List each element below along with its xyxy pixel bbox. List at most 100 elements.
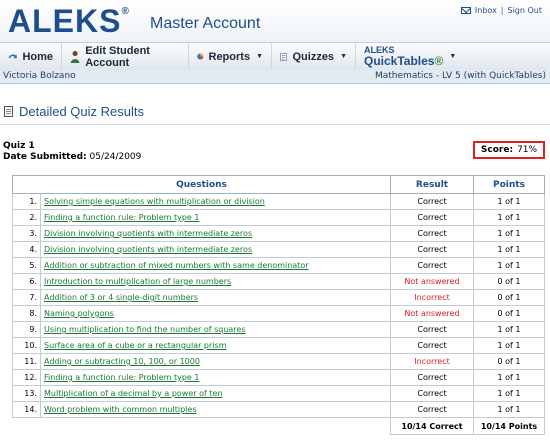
date-submitted: Date Submitted: 05/24/2009 [3,152,142,162]
nav-quicktables[interactable]: ALEKS QuickTables® ▼ [356,43,456,70]
question-number: 6. [12,273,41,290]
total-result: 10/14 Correct [390,417,474,435]
points-cell: 1 of 1 [473,321,545,338]
points-cell: 1 of 1 [473,241,545,258]
table-row: 11. Adding or subtracting 10, 100, or 100… [12,353,545,370]
question-link[interactable]: Surface area of a cube or a rectangular … [44,341,226,350]
account-title: Master Account [150,15,261,32]
table-row: 1. Solving simple equations with multipli… [12,193,545,210]
points-cell: 1 of 1 [473,193,545,210]
question-number: 8. [12,305,41,322]
question-link[interactable]: Finding a function rule: Problem type 1 [44,213,199,222]
question-number: 9. [12,321,41,338]
question-cell: Division involving quotients with interm… [40,225,391,242]
points-cell: 1 of 1 [473,369,545,386]
table-row: 3. Division involving quotients with inte… [12,225,545,242]
result-cell: Correct [390,369,474,386]
app-header: ALEKS® Master Account Inbox | Sign Out [0,0,550,42]
quiz-document-icon [280,52,287,61]
result-cell: Incorrect [390,289,474,306]
table-row: 10. Surface area of a cube or a rectangul… [12,337,545,354]
table-header-row: Questions Result Points [12,175,545,194]
quicktables-dropdown-icon: ▼ [449,53,457,60]
table-row: 7. Addition of 3 or 4 single-digit number… [12,289,545,306]
result-cell: Not answered [390,305,474,322]
question-cell: Using multiplication to find the number … [40,321,391,338]
quizzes-dropdown-icon: ▼ [340,53,347,60]
question-link[interactable]: Naming polygons [44,309,114,318]
question-link[interactable]: Solving simple equations with multiplica… [44,197,265,206]
question-cell: Addition of 3 or 4 single-digit numbers [40,289,391,306]
result-cell: Incorrect [390,353,474,370]
question-number: 2. [12,209,41,226]
table-row: 12. Finding a function rule: Problem type… [12,369,545,386]
question-number: 3. [12,225,41,242]
question-cell: Word problem with common multiples [40,401,391,418]
points-header: Points [473,175,545,194]
questions-header: Questions [12,175,391,194]
reports-dropdown-icon: ▼ [256,53,263,60]
result-cell: Correct [390,337,474,354]
question-link[interactable]: Adding or subtracting 10, 100, or 1000 [44,357,200,366]
nav-quizzes[interactable]: Quizzes ▼ [272,43,356,70]
table-row: 8. Naming polygons Not answered 0 of 1 [12,305,545,322]
table-row: 5. Addition or subtraction of mixed numbe… [12,257,545,274]
question-link[interactable]: Division involving quotients with interm… [44,245,252,254]
result-cell: Not answered [390,273,474,290]
question-link[interactable]: Addition or subtraction of mixed numbers… [44,261,309,270]
points-cell: 1 of 1 [473,385,545,402]
table-row: 13. Multiplication of a decimal by a powe… [12,385,545,402]
table-row: 2. Finding a function rule: Problem type … [12,209,545,226]
question-cell: Finding a function rule: Problem type 1 [40,369,391,386]
inbox-link[interactable]: Inbox [475,6,497,15]
question-number: 10. [12,337,41,354]
score-box: Score: 71% [473,141,545,159]
result-header: Result [390,175,474,194]
question-number: 11. [12,353,41,370]
question-cell: Addition or subtraction of mixed numbers… [40,257,391,274]
table-row: 14. Word problem with common multiples Cor… [12,401,545,418]
aleks-logo[interactable]: ALEKS® [8,3,130,40]
question-link[interactable]: Division involving quotients with interm… [44,229,252,238]
question-cell: Introduction to multiplication of large … [40,273,391,290]
question-link[interactable]: Using multiplication to find the number … [44,325,246,334]
course-name: Mathematics - LV 5 (with QuickTables) [375,71,546,81]
total-points: 10/14 Points [473,417,545,435]
question-link[interactable]: Finding a function rule: Problem type 1 [44,373,199,382]
table-row: 9. Using multiplication to find the numbe… [12,321,545,338]
score-value: 71% [517,145,538,155]
question-number: 4. [12,241,41,258]
sign-out-link[interactable]: Sign Out [508,6,543,15]
nav-home[interactable]: Home [0,43,62,70]
envelope-icon[interactable] [460,7,471,14]
top-links: Inbox | Sign Out [460,6,543,15]
home-arrow-icon [8,53,17,58]
points-cell: 1 of 1 [473,257,545,274]
points-cell: 1 of 1 [473,225,545,242]
title-divider [0,124,550,125]
pie-chart-icon [197,53,204,60]
points-cell: 0 of 1 [473,353,545,370]
nav-reports[interactable]: Reports ▼ [189,43,272,70]
question-cell: Adding or subtracting 10, 100, or 1000 [40,353,391,370]
question-number: 5. [12,257,41,274]
result-cell: Correct [390,241,474,258]
points-cell: 1 of 1 [473,401,545,418]
link-separator: | [500,6,504,15]
points-cell: 0 of 1 [473,273,545,290]
question-cell: Division involving quotients with interm… [40,241,391,258]
result-cell: Correct [390,193,474,210]
points-cell: 0 of 1 [473,289,545,306]
nav-edit-student-account[interactable]: Edit Student Account [62,43,189,70]
question-link[interactable]: Multiplication of a decimal by a power o… [44,389,222,398]
result-cell: Correct [390,401,474,418]
info-bar: Victoria Bolzano Mathematics - LV 5 (wit… [0,70,550,84]
question-link[interactable]: Introduction to multiplication of large … [44,277,231,286]
table-row: 6. Introduction to multiplication of larg… [12,273,545,290]
question-link[interactable]: Addition of 3 or 4 single-digit numbers [44,293,198,302]
question-number: 12. [12,369,41,386]
student-name: Victoria Bolzano [3,71,76,81]
points-cell: 0 of 1 [473,305,545,322]
question-link[interactable]: Word problem with common multiples [44,405,197,414]
question-cell: Finding a function rule: Problem type 1 [40,209,391,226]
